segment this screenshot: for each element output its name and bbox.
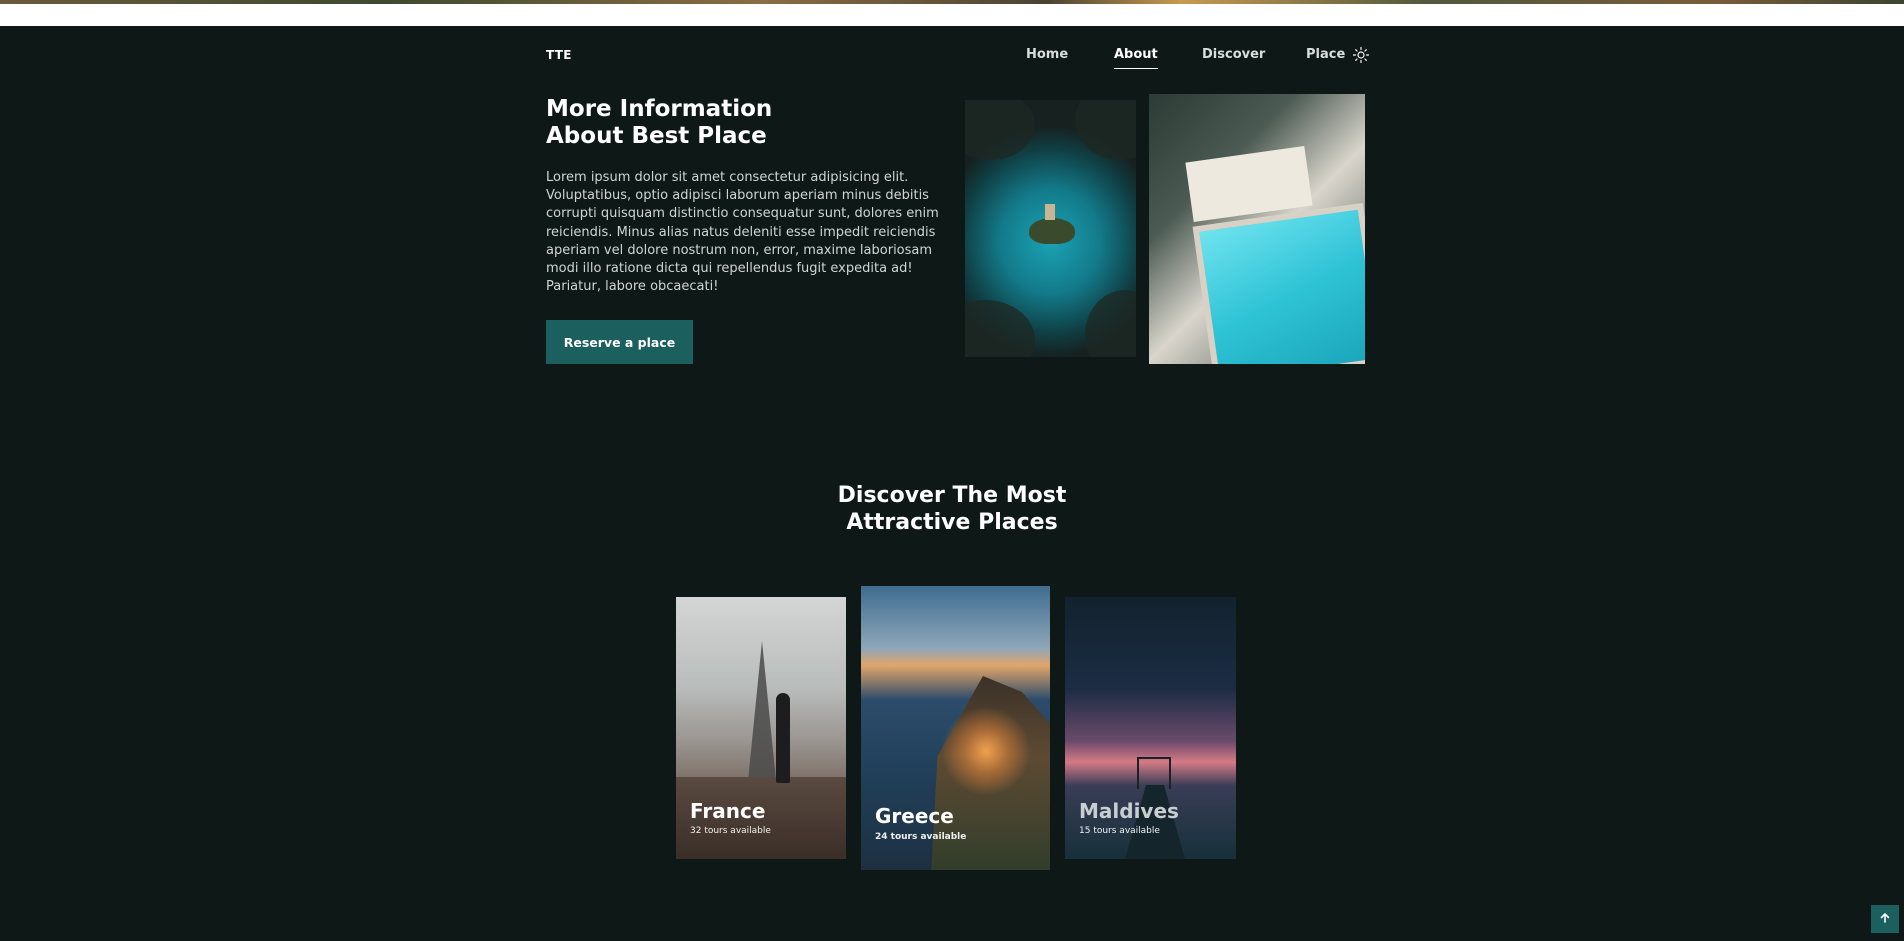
discover-title-line1: Discover The Most (837, 483, 1067, 508)
nav-home[interactable]: Home (1026, 47, 1068, 68)
lake-island-photo (965, 100, 1136, 357)
pool-courtyard-photo (1149, 94, 1365, 364)
discover-title-line2: Attractive Places (846, 510, 1058, 535)
place-card-france[interactable]: France 32 tours available (676, 597, 846, 859)
arrow-up-icon (1879, 912, 1891, 927)
card-name: France (690, 799, 766, 823)
logo[interactable]: TTE (546, 48, 572, 62)
about-description: Lorem ipsum dolor sit amet consectetur a… (546, 170, 939, 295)
sun-icon[interactable] (1352, 46, 1370, 64)
nav-place[interactable]: Place (1306, 47, 1345, 68)
card-tours: 32 tours available (690, 826, 771, 836)
reserve-button[interactable]: Reserve a place (546, 320, 693, 364)
about-title: More Information About Best Place (546, 96, 946, 150)
discover-title: Discover The Most Attractive Places (752, 482, 1152, 536)
top-white-band (0, 4, 1904, 26)
card-tours: 15 tours available (1079, 826, 1160, 836)
place-card-greece[interactable]: Greece 24 tours available (861, 586, 1050, 870)
nav-discover[interactable]: Discover (1202, 47, 1265, 68)
place-card-maldives[interactable]: Maldives 15 tours available (1065, 597, 1236, 859)
nav-about[interactable]: About (1114, 47, 1158, 69)
navbar: TTE Home About Discover Place (546, 26, 1370, 86)
about-title-line1: More Information (546, 96, 773, 122)
card-name: Greece (875, 804, 954, 828)
about-title-line2: About Best Place (546, 123, 767, 149)
card-tours: 24 tours available (875, 832, 967, 842)
card-name: Maldives (1079, 799, 1179, 823)
scroll-top-button[interactable] (1871, 905, 1899, 933)
